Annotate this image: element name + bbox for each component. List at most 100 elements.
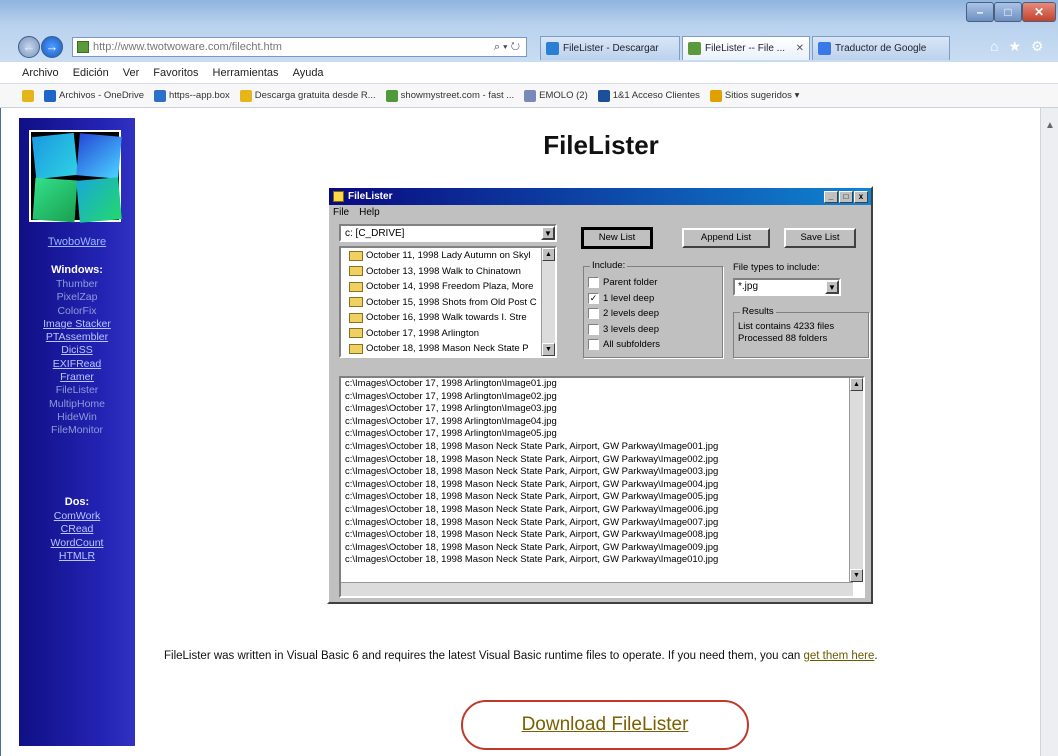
sidebar-item-cread[interactable]: CRead bbox=[61, 523, 94, 536]
home-icon[interactable]: ⌂ bbox=[990, 38, 998, 55]
path-line: c:\Images\October 18, 1998 Mason Neck St… bbox=[345, 453, 719, 465]
address-url[interactable]: http://www.twotwoware.com/filecht.htm bbox=[93, 41, 282, 53]
path-line: c:\Images\October 18, 1998 Mason Neck St… bbox=[345, 503, 719, 515]
close-tab-icon[interactable]: ✕ bbox=[796, 43, 804, 54]
sidebar-item-filemonitor[interactable]: FileMonitor bbox=[51, 424, 103, 437]
download-filelister-link[interactable]: Download FileLister bbox=[461, 700, 749, 750]
get-runtime-link[interactable]: get them here bbox=[803, 650, 874, 662]
sidebar-item-filelister[interactable]: FileLister bbox=[56, 384, 99, 397]
favorites-bar: Archivos - OneDrive https--app.box Desca… bbox=[0, 84, 1058, 108]
favorite-item[interactable]: EMOLO (2) bbox=[524, 89, 588, 102]
tab-favicon-icon bbox=[546, 42, 559, 55]
favorite-item[interactable]: showmystreet.com - fast ... bbox=[385, 89, 514, 102]
minimize-button[interactable]: – bbox=[966, 2, 994, 22]
file-types-label: File types to include: bbox=[733, 262, 820, 273]
maximize-button[interactable]: □ bbox=[994, 2, 1022, 22]
results-text: List contains 4233 files Processed 88 fo… bbox=[738, 321, 835, 344]
sidebar-item-htmlr[interactable]: HTMLR bbox=[59, 550, 95, 563]
folder-item: October 18, 1998 Mason Neck State P bbox=[341, 341, 555, 356]
app-window-controls: _ □ x bbox=[824, 190, 871, 203]
checkbox bbox=[588, 323, 599, 335]
menu-favoritos[interactable]: Favoritos bbox=[153, 67, 198, 79]
page-title: FileLister bbox=[543, 130, 659, 160]
tab-filelister-descargar[interactable]: FileLister - Descargar bbox=[540, 36, 680, 60]
drive-value: c: [C_DRIVE] bbox=[345, 227, 405, 239]
favorite-item[interactable]: 1&1 Acceso Clientes bbox=[597, 89, 700, 102]
folder-scrollbar: ▲ ▼ bbox=[541, 248, 555, 356]
sidebar-title-link[interactable]: TwoboWare bbox=[19, 236, 135, 248]
folder-item: October 14, 1998 Freedom Plaza, More bbox=[341, 279, 555, 295]
app-close-icon: x bbox=[854, 190, 868, 203]
checkbox: ✓ bbox=[588, 292, 599, 304]
sidebar-item-multiphome[interactable]: MultipHome bbox=[49, 398, 105, 411]
folder-item: October 17, 1998 Arlington bbox=[341, 326, 555, 342]
include-option: 2 levels deep bbox=[584, 306, 722, 322]
checkbox bbox=[588, 339, 599, 351]
menu-ver[interactable]: Ver bbox=[123, 67, 140, 79]
path-line: c:\Images\October 18, 1998 Mason Neck St… bbox=[345, 516, 719, 528]
sidebar-item-wordcount[interactable]: WordCount bbox=[51, 537, 104, 550]
web-page: TwoboWare Windows: Thumber PixelZap Colo… bbox=[0, 108, 1058, 756]
path-line: c:\Images\October 18, 1998 Mason Neck St… bbox=[345, 554, 719, 566]
file-type-select: *.jpg ▼ bbox=[733, 278, 841, 296]
favorite-item[interactable]: https--app.box bbox=[154, 89, 230, 102]
favorite-item[interactable]: Sitios sugeridos ▾ bbox=[709, 89, 799, 102]
results-group: Results List contains 4233 files Process… bbox=[733, 306, 869, 358]
description-text: FileLister was written in Visual Basic 6… bbox=[164, 650, 878, 662]
favorite-item[interactable]: Archivos - OneDrive bbox=[44, 89, 144, 102]
back-arrow-icon: ← bbox=[22, 39, 36, 54]
site-favicon-icon bbox=[77, 41, 89, 53]
menu-edicion[interactable]: Edición bbox=[73, 67, 109, 79]
forward-button[interactable]: → bbox=[41, 36, 63, 58]
scroll-down-icon: ▼ bbox=[542, 343, 555, 356]
folder-icon bbox=[349, 281, 363, 292]
address-tools[interactable]: ⌕ ▾ ↻ bbox=[494, 41, 526, 54]
close-button[interactable]: ✕ bbox=[1022, 2, 1056, 22]
menu-archivo[interactable]: Archivo bbox=[22, 67, 59, 79]
sidebar-item-framer[interactable]: Framer bbox=[60, 371, 94, 384]
sidebar-item-comwork[interactable]: ComWork bbox=[54, 510, 100, 523]
append-list-button: Append List bbox=[682, 228, 770, 248]
back-button[interactable]: ← bbox=[18, 36, 40, 58]
sidebar-item-exifread[interactable]: EXIFRead bbox=[53, 358, 101, 371]
filelister-screenshot: FileLister _ □ x File Help c: [C_DRIVE] … bbox=[327, 186, 873, 604]
checkbox bbox=[588, 277, 599, 289]
folder-list: October 11, 1998 Lady Autumn on Skyl Oct… bbox=[339, 246, 557, 358]
gear-icon[interactable]: ⚙ bbox=[1031, 38, 1044, 55]
dropdown-arrow-icon: ▼ bbox=[541, 226, 555, 240]
sidebar-item-diciss[interactable]: DiciSS bbox=[61, 344, 93, 357]
description-body: FileLister was written in Visual Basic 6… bbox=[164, 650, 801, 662]
app-title-bar: FileLister _ □ x bbox=[329, 188, 871, 205]
path-line: c:\Images\October 17, 1998 Arlington\Ima… bbox=[345, 390, 557, 402]
sidebar-item-colorfix[interactable]: ColorFix bbox=[57, 305, 96, 318]
sidebar-item-thumber[interactable]: Thumber bbox=[56, 278, 98, 291]
scroll-up-icon: ▲ bbox=[850, 378, 863, 391]
sidebar-item-pixelzap[interactable]: PixelZap bbox=[57, 291, 98, 304]
scroll-up-icon[interactable]: ▲ bbox=[1045, 120, 1055, 131]
results-label: Results bbox=[740, 306, 776, 317]
paths-hscrollbar bbox=[341, 582, 853, 596]
globe-icon bbox=[385, 89, 398, 102]
page-scrollbar[interactable]: ▲ bbox=[1040, 108, 1058, 756]
menu-ayuda[interactable]: Ayuda bbox=[293, 67, 324, 79]
save-list-button: Save List bbox=[784, 228, 856, 248]
scroll-down-icon: ▼ bbox=[850, 569, 863, 582]
site-logo[interactable] bbox=[29, 130, 122, 223]
sidebar-item-hidewin[interactable]: HideWin bbox=[57, 411, 97, 424]
include-label: Include: bbox=[590, 260, 628, 271]
file-path-list: c:\Images\October 17, 1998 Arlington\Ima… bbox=[339, 376, 865, 598]
star-icon[interactable]: ★ bbox=[1008, 38, 1021, 55]
ionos-icon bbox=[597, 89, 610, 102]
tab-filelister-active[interactable]: FileLister -- File ... ✕ bbox=[682, 36, 810, 60]
folder-item: October 13, 1998 Walk to Chinatown bbox=[341, 264, 555, 280]
folder-item: October 15, 1998 Shots from Old Post C bbox=[341, 295, 555, 311]
menu-herramientas[interactable]: Herramientas bbox=[213, 67, 279, 79]
include-options: Parent folder ✓ 1 level deep 2 levels dee… bbox=[584, 267, 722, 353]
sidebar-item-image-stacker[interactable]: Image Stacker bbox=[43, 318, 111, 331]
forward-arrow-icon: → bbox=[45, 39, 59, 54]
path-line: c:\Images\October 18, 1998 Mason Neck St… bbox=[345, 466, 719, 478]
sidebar-item-ptassembler[interactable]: PTAssembler bbox=[46, 331, 108, 344]
favorite-item[interactable]: Descarga gratuita desde R... bbox=[239, 89, 376, 102]
tab-traductor[interactable]: Traductor de Google bbox=[812, 36, 950, 60]
address-bar[interactable]: http://www.twotwoware.com/filecht.htm ⌕ … bbox=[72, 37, 527, 57]
